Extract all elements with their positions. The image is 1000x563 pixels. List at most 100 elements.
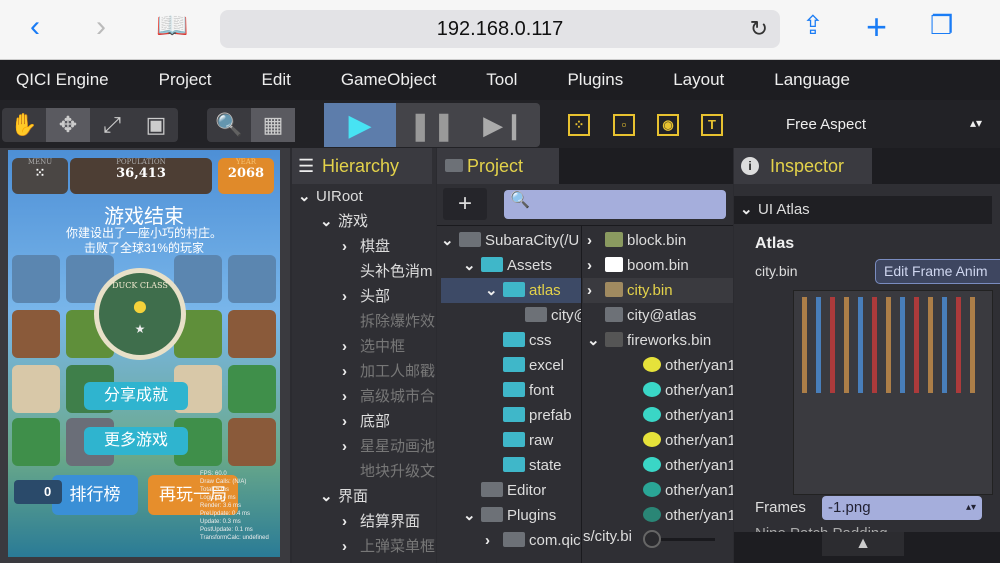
align-nodes-icon[interactable]: ⁘ [568, 114, 590, 136]
file-item[interactable]: other/yan15 [583, 503, 733, 528]
chevron-right-icon[interactable]: › [342, 509, 360, 534]
chevron-down-icon[interactable]: ⌄ [587, 328, 605, 353]
edit-frame-anim-button[interactable]: Edit Frame Anim [875, 259, 1000, 284]
chevron-right-icon[interactable]: › [485, 528, 503, 553]
hierarchy-item[interactable]: › 加工人邮戳 [298, 359, 436, 384]
chevron-right-icon[interactable]: › [342, 409, 360, 434]
folder-item[interactable]: ⌄ SubaraCity(/U [441, 228, 581, 253]
chevron-down-icon[interactable]: ⌄ [441, 228, 459, 253]
tab-inspector[interactable]: i Inspector [734, 148, 872, 184]
hierarchy-item[interactable]: 地块升级文 [298, 459, 436, 484]
file-item[interactable]: other/yan1 [583, 353, 733, 378]
menu-plugins[interactable]: Plugins [567, 70, 623, 90]
folder-item[interactable]: ⌄ Plugins [441, 503, 581, 528]
play-button[interactable]: ▶ [324, 103, 396, 147]
reload-icon[interactable]: ↻ [750, 10, 768, 48]
chevron-right-icon[interactable]: › [587, 278, 605, 303]
chevron-down-icon[interactable]: ⌄ [463, 503, 481, 528]
chevron-right-icon[interactable]: › [342, 234, 360, 259]
view-rect-icon[interactable]: ◉ [657, 114, 679, 136]
more-games-button[interactable]: 更多游戏 [84, 427, 188, 455]
chevron-right-icon[interactable]: › [342, 359, 360, 384]
folder-item[interactable]: ⌄ Assets [441, 253, 581, 278]
menu-button[interactable]: MENU ⁙ [12, 158, 68, 194]
leaderboard-button[interactable]: 排行榜 [52, 475, 138, 515]
chevron-right-icon[interactable]: › [342, 384, 360, 409]
menu-tool[interactable]: Tool [486, 70, 517, 90]
chevron-right-icon[interactable]: › [342, 334, 360, 359]
folder-item[interactable]: raw [441, 428, 581, 453]
file-item[interactable]: › block.bin [583, 228, 733, 253]
chevron-right-icon[interactable]: › [587, 253, 605, 278]
folder-item[interactable]: excel [441, 353, 581, 378]
chevron-down-icon[interactable]: ⌄ [298, 184, 316, 209]
chevron-down-icon[interactable]: ⌄ [320, 484, 338, 509]
hierarchy-item[interactable]: › 星星动画池 [298, 434, 436, 459]
zoom-slider-handle[interactable] [643, 530, 661, 548]
tab-project[interactable]: Project [437, 148, 559, 184]
folder-item[interactable]: prefab [441, 403, 581, 428]
project-search-input[interactable]: 🔍 [504, 190, 726, 219]
share-achievement-button[interactable]: 分享成就 [84, 382, 188, 410]
hierarchy-item[interactable]: › 选中框 [298, 334, 436, 359]
chevron-right-icon[interactable]: › [342, 284, 360, 309]
folder-item[interactable]: Editor [441, 478, 581, 503]
anchor-rect-icon[interactable]: ▫ [613, 114, 635, 136]
move-tool-icon[interactable]: ✥ [46, 108, 90, 142]
menu-gameobject[interactable]: GameObject [341, 70, 436, 90]
hierarchy-item[interactable]: 头补色消m [298, 259, 436, 284]
folder-item[interactable]: state [441, 453, 581, 478]
aspect-arrows-icon[interactable]: ▴▾ [970, 116, 982, 130]
hierarchy-item[interactable]: › 棋盘 [298, 234, 436, 259]
step-button[interactable]: ▶❙ [468, 103, 540, 147]
tab-hierarchy[interactable]: ☰ Hierarchy [292, 148, 432, 184]
ui-atlas-section[interactable]: ⌄ UI Atlas [734, 196, 992, 224]
menu-language[interactable]: Language [774, 70, 850, 90]
folder-item[interactable]: › com.qic [441, 528, 581, 553]
chevron-down-icon[interactable]: ⌄ [463, 253, 481, 278]
hand-tool-icon[interactable]: ✋ [2, 108, 46, 142]
bookmarks-icon[interactable]: 📖 [156, 10, 188, 41]
file-item[interactable]: ⌄ fireworks.bin [583, 328, 733, 353]
chevron-right-icon[interactable]: › [342, 434, 360, 459]
file-item[interactable]: other/yan14 [583, 478, 733, 503]
file-item[interactable]: other/yan11 [583, 403, 733, 428]
chevron-right-icon[interactable]: › [587, 228, 605, 253]
chevron-down-icon[interactable]: ⌄ [485, 278, 503, 303]
file-item[interactable]: › boom.bin [583, 253, 733, 278]
hierarchy-item[interactable]: ⌄ UIRoot [298, 184, 436, 209]
menu-qici[interactable]: QICI Engine [16, 70, 109, 90]
hierarchy-item[interactable]: › 底部 [298, 409, 436, 434]
tabs-icon[interactable]: ❐ [930, 10, 953, 41]
menu-edit[interactable]: Edit [262, 70, 291, 90]
hierarchy-item[interactable]: › 上弹菜单框 [298, 534, 436, 559]
rect-tool-icon[interactable]: ▣ [134, 108, 178, 142]
scale-tool-icon[interactable]: ⤢ [90, 108, 134, 142]
hierarchy-item[interactable]: ⌄ 游戏 [298, 209, 436, 234]
file-item[interactable]: other/yan13 [583, 453, 733, 478]
hierarchy-item[interactable]: › 高级城市合 [298, 384, 436, 409]
chevron-down-icon[interactable]: ⌄ [320, 209, 338, 234]
file-item[interactable]: other/yan12 [583, 428, 733, 453]
game-canvas[interactable]: MENU ⁙ POPULATION 36,413 YEAR 2068 游戏结束 你建设… [8, 150, 280, 557]
hierarchy-item[interactable]: › 结算界面 [298, 509, 436, 534]
file-item[interactable]: › city.bin [583, 278, 733, 303]
add-asset-button[interactable]: + [443, 188, 487, 220]
url-field[interactable]: 192.168.0.117 ↻ [220, 10, 780, 48]
file-item[interactable]: city@atlas [583, 303, 733, 328]
back-icon[interactable]: ‹ [30, 10, 40, 44]
scroll-up-button[interactable]: ▲ [822, 532, 904, 556]
menu-project[interactable]: Project [159, 70, 212, 90]
hierarchy-item[interactable]: 拆除爆炸效 [298, 309, 436, 334]
file-item[interactable]: other/yan10 [583, 378, 733, 403]
hierarchy-item[interactable]: ⌄ 界面 [298, 484, 436, 509]
new-tab-icon[interactable]: + [866, 6, 887, 48]
forward-icon[interactable]: › [96, 10, 106, 44]
chevron-right-icon[interactable]: › [342, 534, 360, 559]
folder-item[interactable]: font [441, 378, 581, 403]
share-icon[interactable]: ⇪ [802, 10, 824, 41]
aspect-select[interactable]: Free Aspect [786, 116, 866, 133]
menu-layout[interactable]: Layout [673, 70, 724, 90]
pause-button[interactable]: ❚❚ [396, 103, 468, 147]
folder-item[interactable]: css [441, 328, 581, 353]
